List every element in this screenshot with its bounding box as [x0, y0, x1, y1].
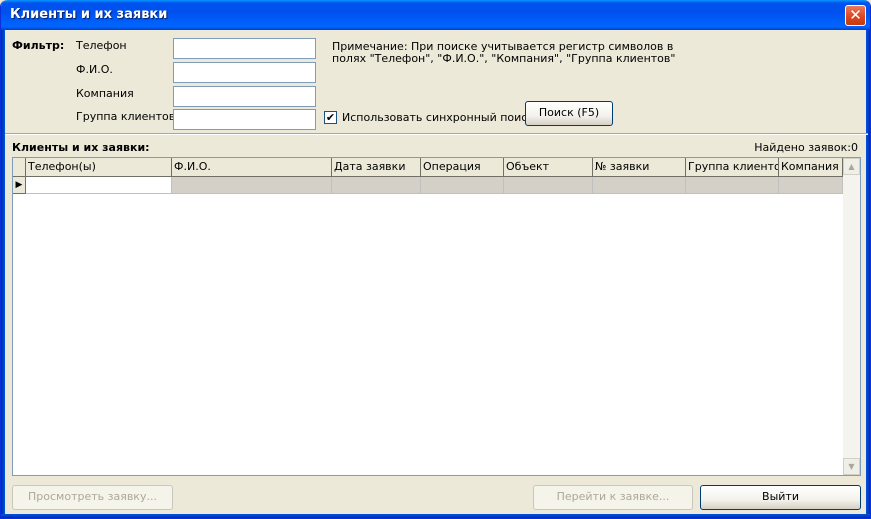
exit-button[interactable]: Выйти	[700, 485, 861, 510]
table-cell[interactable]	[26, 177, 172, 194]
close-icon[interactable]: ✕	[845, 5, 866, 26]
list-title: Клиенты и их заявки:	[12, 141, 150, 154]
found-count-text: Найдено заявок:0	[754, 141, 858, 154]
company-input[interactable]	[173, 86, 316, 107]
grid-header: Телефон(ы) Ф.И.О. Дата заявки Операция О…	[13, 158, 843, 177]
header-corner	[13, 158, 26, 177]
table-cell[interactable]	[504, 177, 593, 194]
column-header-request-number[interactable]: № заявки	[593, 158, 686, 177]
table-cell[interactable]	[593, 177, 686, 194]
row-indicator-icon: ▶	[13, 177, 26, 194]
company-label: Компания	[76, 87, 134, 100]
group-input[interactable]	[173, 109, 316, 130]
table-cell[interactable]	[421, 177, 504, 194]
sync-search-checkbox[interactable]: ✔	[324, 111, 337, 124]
column-header-fio[interactable]: Ф.И.О.	[172, 158, 332, 177]
scroll-up-icon[interactable]: ▲	[843, 158, 860, 175]
window-border-right	[866, 30, 870, 518]
goto-request-button[interactable]: Перейти к заявке...	[533, 485, 693, 510]
column-header-company[interactable]: Компания	[779, 158, 843, 177]
column-header-operation[interactable]: Операция	[421, 158, 504, 177]
group-label: Группа клиентов	[76, 110, 176, 123]
search-button[interactable]: Поиск (F5)	[525, 101, 613, 126]
table-cell[interactable]	[332, 177, 421, 194]
vertical-scrollbar[interactable]: ▲ ▼	[843, 158, 860, 475]
note-line-2: полях "Телефон", "Ф.И.О.", "Компания", "…	[332, 52, 676, 65]
table-row[interactable]: ▶	[13, 177, 843, 194]
fio-label: Ф.И.О.	[76, 63, 113, 76]
requests-grid[interactable]: Телефон(ы) Ф.И.О. Дата заявки Операция О…	[12, 157, 861, 476]
window-border-left	[1, 30, 5, 518]
column-header-request-date[interactable]: Дата заявки	[332, 158, 421, 177]
table-cell[interactable]	[172, 177, 332, 194]
window-title: Клиенты и их заявки	[10, 7, 168, 22]
view-request-button[interactable]: Просмотреть заявку...	[12, 485, 173, 510]
phone-label: Телефон	[76, 39, 127, 52]
filter-label: Фильтр:	[12, 39, 65, 52]
window-border-bottom	[1, 514, 870, 518]
sync-search-label: Использовать синхронный поиск	[342, 111, 534, 124]
phone-input[interactable]	[173, 38, 316, 59]
scroll-down-icon[interactable]: ▼	[843, 458, 860, 475]
column-header-client-group[interactable]: Группа клиентов	[686, 158, 779, 177]
found-count: 0	[851, 141, 858, 154]
title-bar[interactable]: Клиенты и их заявки ✕	[1, 0, 870, 30]
separator	[5, 133, 868, 135]
found-label: Найдено заявок:	[754, 141, 851, 154]
column-header-object[interactable]: Объект	[504, 158, 593, 177]
table-cell[interactable]	[779, 177, 843, 194]
fio-input[interactable]	[173, 62, 316, 83]
table-cell[interactable]	[686, 177, 779, 194]
main-window: Клиенты и их заявки ✕ Фильтр: Телефон Ф.…	[0, 0, 871, 519]
column-header-phones[interactable]: Телефон(ы)	[26, 158, 172, 177]
